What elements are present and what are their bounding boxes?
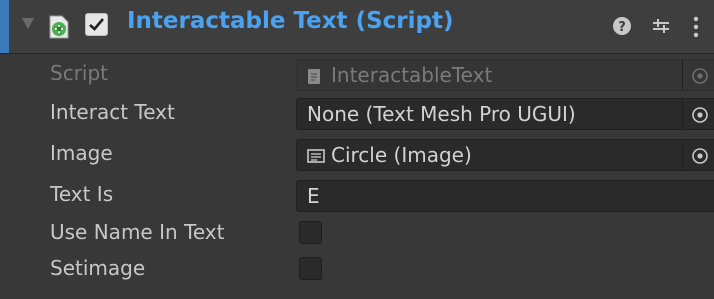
component-enabled-checkbox[interactable]	[85, 13, 108, 36]
field-value: E	[307, 184, 320, 208]
image-icon	[307, 148, 325, 168]
inspector-component: Interactable Text (Script) ? Script Inte…	[0, 0, 714, 299]
component-title[interactable]: Interactable Text (Script)	[127, 8, 453, 34]
context-menu-icon[interactable]	[692, 16, 700, 42]
property-row-script: Script InteractableText	[0, 56, 714, 91]
script-field: InteractableText	[296, 59, 714, 91]
target-icon	[692, 68, 708, 84]
property-row-use-name-in-text: Use Name In Text	[0, 215, 714, 249]
presets-icon[interactable]	[651, 16, 671, 40]
object-picker-button	[682, 60, 714, 90]
property-label: Image	[50, 141, 113, 165]
property-row-image: Image Circle (Image)	[0, 136, 714, 171]
use-name-in-text-checkbox[interactable]	[299, 221, 322, 244]
property-row-interact-text: Interact Text None (Text Mesh Pro UGUI)	[0, 95, 714, 130]
field-value: None (Text Mesh Pro UGUI)	[307, 102, 576, 126]
object-picker-button[interactable]	[682, 99, 714, 129]
checkmark-icon	[89, 18, 104, 31]
property-row-text-is: Text Is E	[0, 177, 714, 212]
field-value: Circle (Image)	[331, 143, 472, 167]
setimage-checkbox[interactable]	[299, 257, 322, 280]
selection-accent-bar	[0, 0, 9, 53]
property-label: Script	[50, 61, 109, 85]
property-label: Text Is	[50, 182, 114, 206]
text-is-input[interactable]: E	[296, 180, 714, 212]
interact-text-object-field[interactable]: None (Text Mesh Pro UGUI)	[296, 98, 714, 130]
image-object-field[interactable]: Circle (Image)	[296, 139, 714, 171]
script-file-icon	[307, 68, 321, 89]
component-header[interactable]: Interactable Text (Script) ?	[0, 0, 714, 54]
target-icon	[692, 107, 708, 123]
property-label: Interact Text	[50, 100, 175, 124]
csharp-script-icon	[47, 12, 71, 40]
svg-text:?: ?	[618, 20, 626, 35]
object-picker-button[interactable]	[682, 140, 714, 170]
help-icon[interactable]: ?	[612, 16, 632, 40]
foldout-arrow-icon[interactable]	[22, 18, 34, 29]
property-label: Setimage	[50, 256, 146, 280]
property-label: Use Name In Text	[50, 220, 225, 244]
target-icon	[692, 148, 708, 164]
property-row-setimage: Setimage	[0, 251, 714, 285]
field-value: InteractableText	[331, 63, 493, 87]
